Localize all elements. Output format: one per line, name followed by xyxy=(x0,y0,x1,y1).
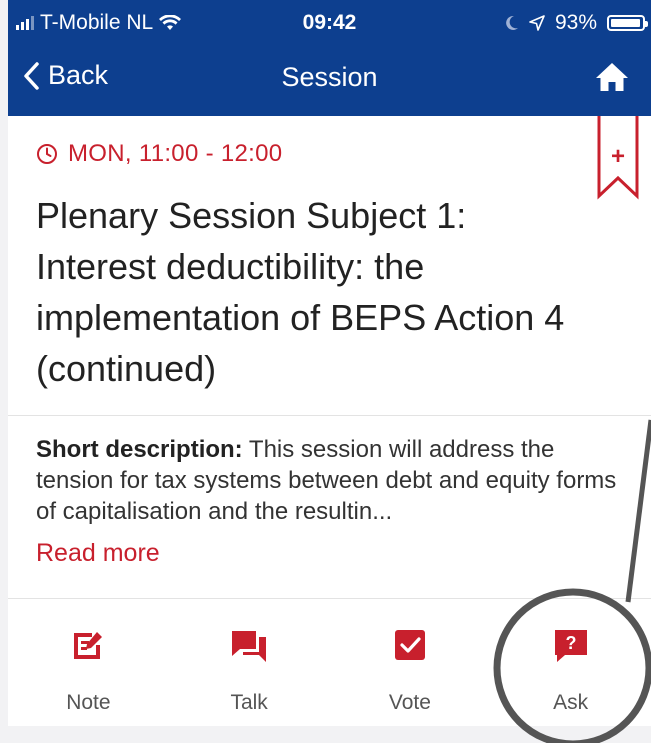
session-time-row: MON, 11:00 - 12:00 xyxy=(36,140,282,168)
page-title: Session xyxy=(281,62,378,92)
status-right: 93% xyxy=(505,11,648,35)
session-description: Short description: This session will add… xyxy=(36,434,626,527)
location-arrow-icon xyxy=(529,15,545,31)
talk-button[interactable]: Talk xyxy=(169,598,330,726)
ask-label: Ask xyxy=(553,691,589,714)
vote-label: Vote xyxy=(388,691,431,714)
talk-label: Talk xyxy=(230,691,268,714)
checkbox-icon xyxy=(394,630,425,660)
moon-icon xyxy=(506,15,518,30)
vote-button[interactable]: Vote xyxy=(330,598,491,726)
session-time: MON, 11:00 - 12:00 xyxy=(68,140,283,167)
action-bar: Note Talk Vote ? Ask xyxy=(8,598,651,726)
home-icon xyxy=(596,63,628,91)
top-bar: T-Mobile NL 09:42 93% Back Session xyxy=(8,0,651,116)
svg-text:?: ? xyxy=(565,633,576,653)
divider xyxy=(8,415,651,416)
note-label: Note xyxy=(66,691,111,714)
note-button[interactable]: Note xyxy=(8,598,169,726)
note-edit-icon xyxy=(74,632,103,659)
question-icon: ? xyxy=(554,630,587,662)
bookmark-icon: + xyxy=(597,116,639,200)
description-label: Short description: xyxy=(36,436,243,463)
read-more-link[interactable]: Read more xyxy=(36,539,160,568)
ask-button[interactable]: ? Ask xyxy=(490,598,651,726)
status-bar: T-Mobile NL 09:42 93% xyxy=(8,0,651,44)
clock-icon xyxy=(37,144,57,164)
chat-bubbles-icon xyxy=(232,631,267,662)
battery-percent: 93% xyxy=(554,11,597,34)
add-bookmark-button[interactable]: + xyxy=(597,116,639,205)
battery-icon xyxy=(607,15,648,31)
nav-bar: Back Session xyxy=(8,44,651,116)
screen-bottom-edge xyxy=(0,726,651,743)
session-title: Plenary Session Subject 1: Interest dedu… xyxy=(36,195,565,389)
phone-screen: T-Mobile NL 09:42 93% Back Session MON, … xyxy=(8,0,651,743)
home-button[interactable] xyxy=(595,61,629,98)
bookmark-plus: + xyxy=(611,143,625,170)
